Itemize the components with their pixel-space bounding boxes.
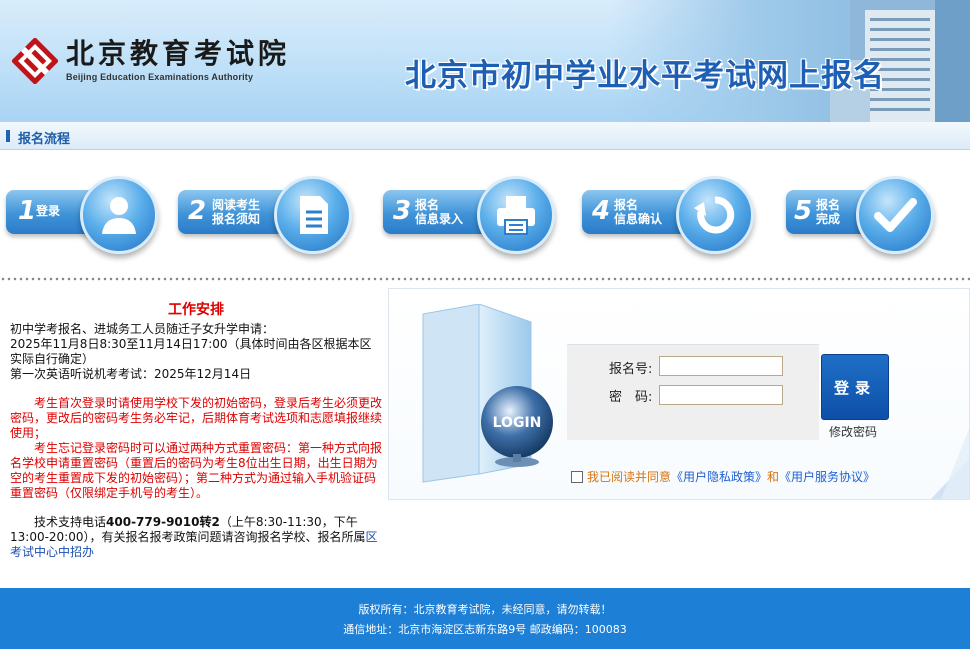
step-label: 报名 完成 [816,198,841,226]
password-reset-notice: 考生忘记登录密码时可以通过两种方式重置密码：第一种方式向报名学校申请重置密码（重… [10,441,383,500]
logo-english-name: Beijing Education Examinations Authority [66,72,254,82]
step-circle [477,176,555,254]
decorative-shape [931,429,969,499]
login-form: 报名号: 密 码: [567,344,819,440]
privacy-policy-link[interactable]: 《用户隐私政策》 [671,468,767,485]
section-bar: 报名流程 [0,122,970,150]
site-header: 北京教育考试院 Beijing Education Examinations A… [0,0,970,122]
step-number: 3 [393,196,412,226]
dotted-divider [0,275,970,283]
login-panel: LOGIN 报名号: 密 码: 登录 修改密码 我已阅读并同意 《用户隐私政策》… [388,288,970,500]
step-circle [80,176,158,254]
support-info: 技术支持电话400-779-9010转2（上午8:30-11:30，下午13:0… [10,515,378,559]
username-input[interactable] [659,356,783,376]
schedule-heading: 工作安排 [168,302,224,318]
schedule-line: 初中学考报名、进城务工人员随迁子女升学申请： [10,322,275,336]
step-label: 登录 [36,204,61,218]
printer-icon [497,196,535,235]
agree-text: 我已阅读并同意 [587,470,672,484]
step-1: 1 登录 [6,176,158,254]
login-button[interactable]: 登录 [821,354,889,420]
refresh-icon [694,196,735,234]
user-icon [102,197,136,234]
agree-checkbox[interactable] [571,470,583,483]
schedule-line: 2025年11月8日8:30至11月14日17:00（具体时间由各区根据本区实际… [10,337,372,366]
document-icon [300,196,328,234]
service-agreement-link[interactable]: 《用户服务协议》 [779,468,875,485]
username-label: 报名号: [609,362,653,377]
page-title: 北京市初中学业水平考试网上报名 [405,58,885,94]
step-4: 4 报名 信息确认 [582,176,762,254]
schedule-line: 第一次英语听说机考考试：2025年12月14日 [10,367,252,381]
site-footer: 版权所有：北京教育考试院，未经同意，请勿转载！ 通信地址：北京市海淀区志新东路9… [0,588,970,649]
logo-mark-icon [12,38,58,84]
step-circle [274,176,352,254]
step-label: 报名 信息确认 [614,198,663,226]
password-notice: 考生首次登录时请使用学校下发的初始密码，登录后考生必须更改密码，更改后的密码考生… [10,396,383,440]
section-title: 报名流程 [18,132,71,147]
login-folder-image: LOGIN [422,304,553,483]
and-text: 和 [767,470,780,484]
agreement-row: 我已阅读并同意 《用户隐私政策》 和 《用户服务协议》 [571,468,875,485]
logo-chinese-name: 北京教育考试院 [66,37,291,70]
password-input[interactable] [659,385,783,405]
step-3: 3 报名 信息录入 [383,176,563,254]
section-marker [6,130,10,142]
work-schedule: 工作安排 初中学考报名、进城务工人员随迁子女升学申请： 2025年11月8日8:… [10,303,382,560]
logo[interactable]: 北京教育考试院 Beijing Education Examinations A… [12,38,290,84]
login-globe-label: LOGIN [493,415,542,431]
registration-steps: 1 登录 2 阅读考生 报名须知 3 报名 信息录入 4 报名 信息确认 5 报… [0,151,970,275]
copyright-text: 版权所有：北京教育考试院，未经同意，请勿转载！ [358,603,612,616]
step-label: 报名 信息录入 [415,198,464,226]
step-number: 4 [592,196,611,226]
password-label: 密 码: [609,390,653,405]
step-number: 2 [188,196,207,226]
checkmark-icon [874,198,917,232]
step-number: 1 [18,196,37,226]
address-text: 通信地址：北京市海淀区志新东路9号 邮政编码：100083 [343,623,627,636]
step-5: 5 报名 完成 [786,176,966,254]
change-password-link[interactable]: 修改密码 [829,423,877,440]
step-number: 5 [794,196,813,226]
step-circle [856,176,934,254]
step-2: 2 阅读考生 报名须知 [178,176,358,254]
step-circle [676,176,754,254]
step-label: 阅读考生 报名须知 [212,198,261,226]
support-phone: 400-779-9010转2 [106,515,220,529]
